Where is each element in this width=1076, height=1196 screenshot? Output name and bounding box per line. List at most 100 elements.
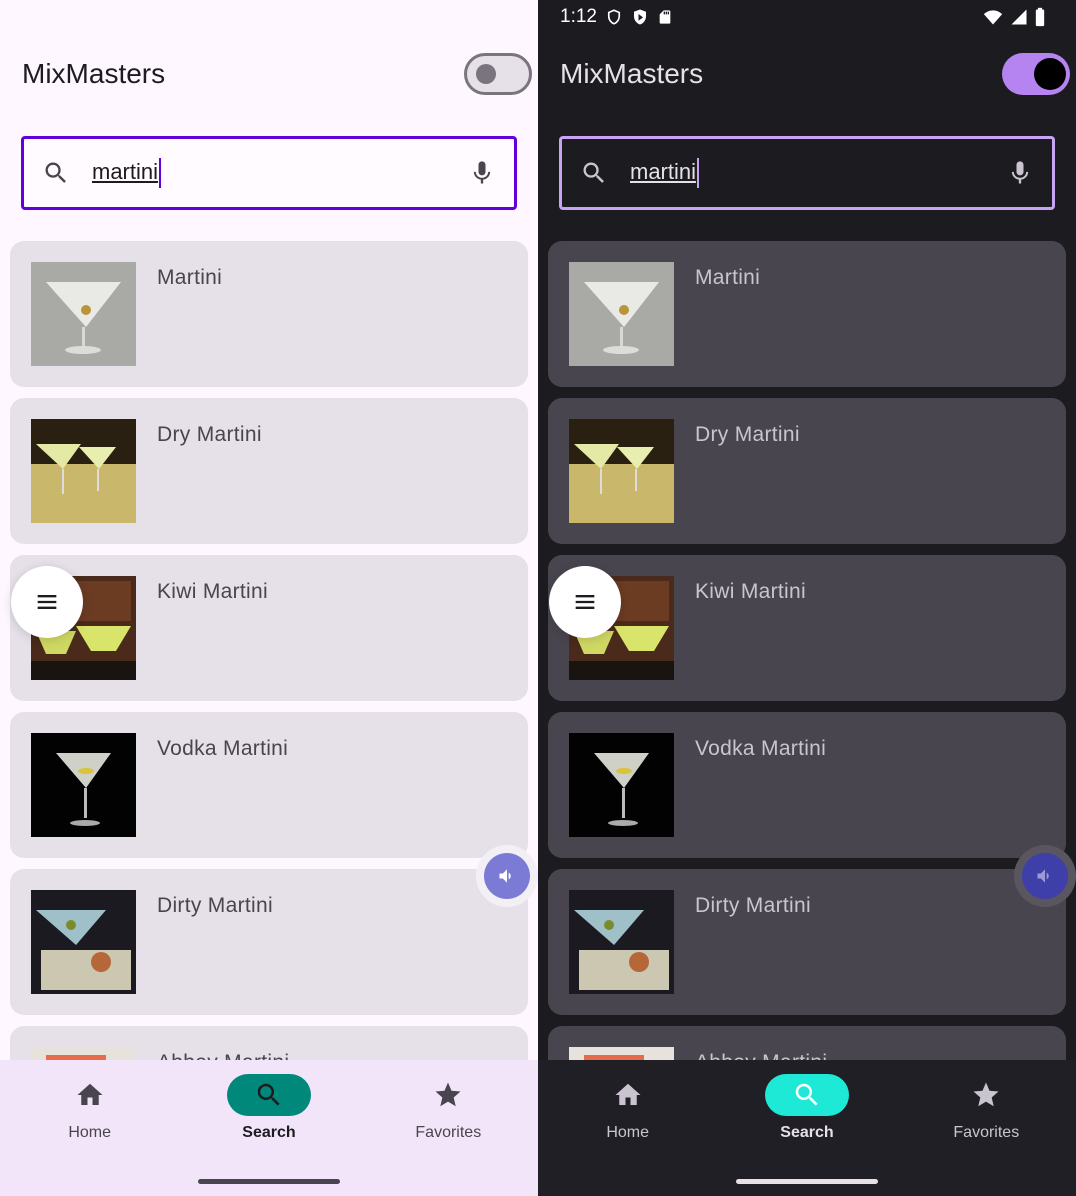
app-title: MixMasters bbox=[22, 58, 166, 89]
toggle-knob bbox=[476, 64, 496, 84]
nav-home-label: Home bbox=[68, 1124, 111, 1141]
nav-search-pill bbox=[226, 1074, 311, 1116]
nav-favorites-pill bbox=[944, 1074, 1028, 1116]
drink-name: Vodka Martini bbox=[157, 737, 289, 760]
search-icon bbox=[583, 162, 604, 183]
nav-home-label: Home bbox=[606, 1124, 649, 1141]
drink-card[interactable]: Dry Martini bbox=[10, 398, 528, 544]
nav-search[interactable]: Search bbox=[189, 1074, 349, 1196]
gesture-bar[interactable] bbox=[198, 1179, 340, 1184]
status-left: 1:12 bbox=[560, 6, 673, 28]
drink-list[interactable]: Martini Dry Martini Kiwi Martini Vodka M… bbox=[10, 241, 528, 1060]
nav-favorites[interactable]: Favorites bbox=[906, 1074, 1066, 1196]
drink-name: Abbey Martini bbox=[695, 1051, 827, 1060]
volume-float-button[interactable] bbox=[476, 845, 538, 907]
volume-icon bbox=[484, 853, 530, 899]
drink-name: Kiwi Martini bbox=[695, 580, 806, 603]
bottom-navigation: Home Search Favorites bbox=[538, 1060, 1076, 1196]
drink-card[interactable]: Abbey Martini bbox=[548, 1026, 1066, 1060]
drink-name: Kiwi Martini bbox=[157, 580, 268, 603]
mic-icon[interactable] bbox=[468, 159, 496, 187]
mic-icon[interactable] bbox=[1006, 159, 1034, 187]
home-icon bbox=[77, 1083, 103, 1105]
drink-thumbnail bbox=[31, 733, 136, 837]
toggle-knob bbox=[1034, 58, 1066, 90]
drink-thumbnail bbox=[31, 262, 136, 366]
search-icon bbox=[795, 1083, 818, 1106]
menu-icon bbox=[37, 595, 57, 609]
theme-toggle[interactable] bbox=[1002, 53, 1070, 95]
drink-card[interactable]: Abbey Martini bbox=[10, 1026, 528, 1060]
app-title: MixMasters bbox=[560, 58, 704, 89]
search-bar[interactable]: martini bbox=[559, 136, 1055, 210]
drink-card[interactable]: Martini bbox=[10, 241, 528, 387]
drink-card[interactable]: Vodka Martini bbox=[548, 712, 1066, 858]
drink-name: Abbey Martini bbox=[157, 1051, 289, 1060]
volume-icon bbox=[1022, 853, 1068, 899]
light-theme-screen: MixMasters martini Martini Dry Martini K… bbox=[0, 0, 538, 1196]
wifi-icon bbox=[983, 10, 1003, 25]
text-caret bbox=[159, 158, 162, 188]
star-icon bbox=[973, 1082, 999, 1107]
battery-icon bbox=[1035, 7, 1045, 27]
menu-icon bbox=[575, 595, 595, 609]
drink-thumbnail bbox=[31, 419, 136, 523]
search-icon bbox=[257, 1083, 280, 1106]
status-bar bbox=[0, 0, 538, 34]
menu-button[interactable] bbox=[549, 566, 621, 638]
nav-home-pill bbox=[586, 1074, 670, 1116]
shield-icon bbox=[607, 9, 621, 25]
drink-name: Dirty Martini bbox=[157, 894, 273, 917]
home-icon bbox=[615, 1083, 641, 1105]
bottom-navigation: Home Search Favorites bbox=[0, 1060, 538, 1196]
gesture-bar[interactable] bbox=[736, 1179, 878, 1184]
drink-card[interactable]: Martini bbox=[548, 241, 1066, 387]
drink-thumbnail bbox=[31, 890, 136, 994]
drink-thumbnail bbox=[569, 262, 674, 366]
nav-search[interactable]: Search bbox=[727, 1074, 887, 1196]
text-caret bbox=[697, 158, 700, 188]
nav-home[interactable]: Home bbox=[10, 1074, 170, 1196]
volume-float-button[interactable] bbox=[1014, 845, 1076, 907]
drink-card[interactable]: Dirty Martini bbox=[10, 869, 528, 1015]
sd-card-icon bbox=[659, 10, 671, 24]
drink-name: Martini bbox=[695, 266, 761, 289]
drink-card[interactable]: Kiwi Martini bbox=[10, 555, 528, 701]
nav-search-label: Search bbox=[242, 1124, 296, 1141]
status-bar: 1:12 bbox=[538, 0, 1076, 34]
nav-search-label: Search bbox=[780, 1124, 834, 1141]
nav-search-pill bbox=[764, 1074, 849, 1116]
signal-icon bbox=[1011, 9, 1027, 25]
nav-favorites-pill bbox=[406, 1074, 490, 1116]
drink-thumbnail bbox=[569, 1047, 674, 1060]
drink-card[interactable]: Dirty Martini bbox=[548, 869, 1066, 1015]
search-input[interactable]: martini bbox=[630, 158, 1006, 188]
nav-favorites-label: Favorites bbox=[415, 1124, 482, 1141]
app-bar: MixMasters bbox=[0, 44, 538, 104]
status-right bbox=[982, 7, 1046, 27]
drink-card[interactable]: Vodka Martini bbox=[10, 712, 528, 858]
drink-name: Dirty Martini bbox=[695, 894, 811, 917]
drink-list[interactable]: Martini Dry Martini Kiwi Martini Vodka M… bbox=[548, 241, 1066, 1060]
nav-favorites-label: Favorites bbox=[953, 1124, 1020, 1141]
play-protect-icon bbox=[633, 9, 646, 25]
drink-name: Dry Martini bbox=[695, 423, 800, 446]
nav-home[interactable]: Home bbox=[548, 1074, 708, 1196]
drink-card[interactable]: Kiwi Martini bbox=[548, 555, 1066, 701]
drink-thumbnail bbox=[569, 890, 674, 994]
drink-thumbnail bbox=[31, 1047, 136, 1060]
drink-name: Martini bbox=[157, 266, 223, 289]
theme-toggle[interactable] bbox=[464, 53, 532, 95]
status-time: 1:12 bbox=[560, 6, 597, 27]
nav-home-pill bbox=[48, 1074, 132, 1116]
drink-thumbnail bbox=[569, 733, 674, 837]
drink-card[interactable]: Dry Martini bbox=[548, 398, 1066, 544]
search-icon bbox=[45, 162, 66, 183]
search-bar[interactable]: martini bbox=[21, 136, 517, 210]
menu-button[interactable] bbox=[11, 566, 83, 638]
drink-name: Dry Martini bbox=[157, 423, 262, 446]
app-bar: MixMasters bbox=[538, 44, 1076, 104]
dark-theme-screen: 1:12 MixMasters martini Martini Dry Mart… bbox=[538, 0, 1076, 1196]
search-input[interactable]: martini bbox=[92, 158, 468, 188]
nav-favorites[interactable]: Favorites bbox=[368, 1074, 528, 1196]
